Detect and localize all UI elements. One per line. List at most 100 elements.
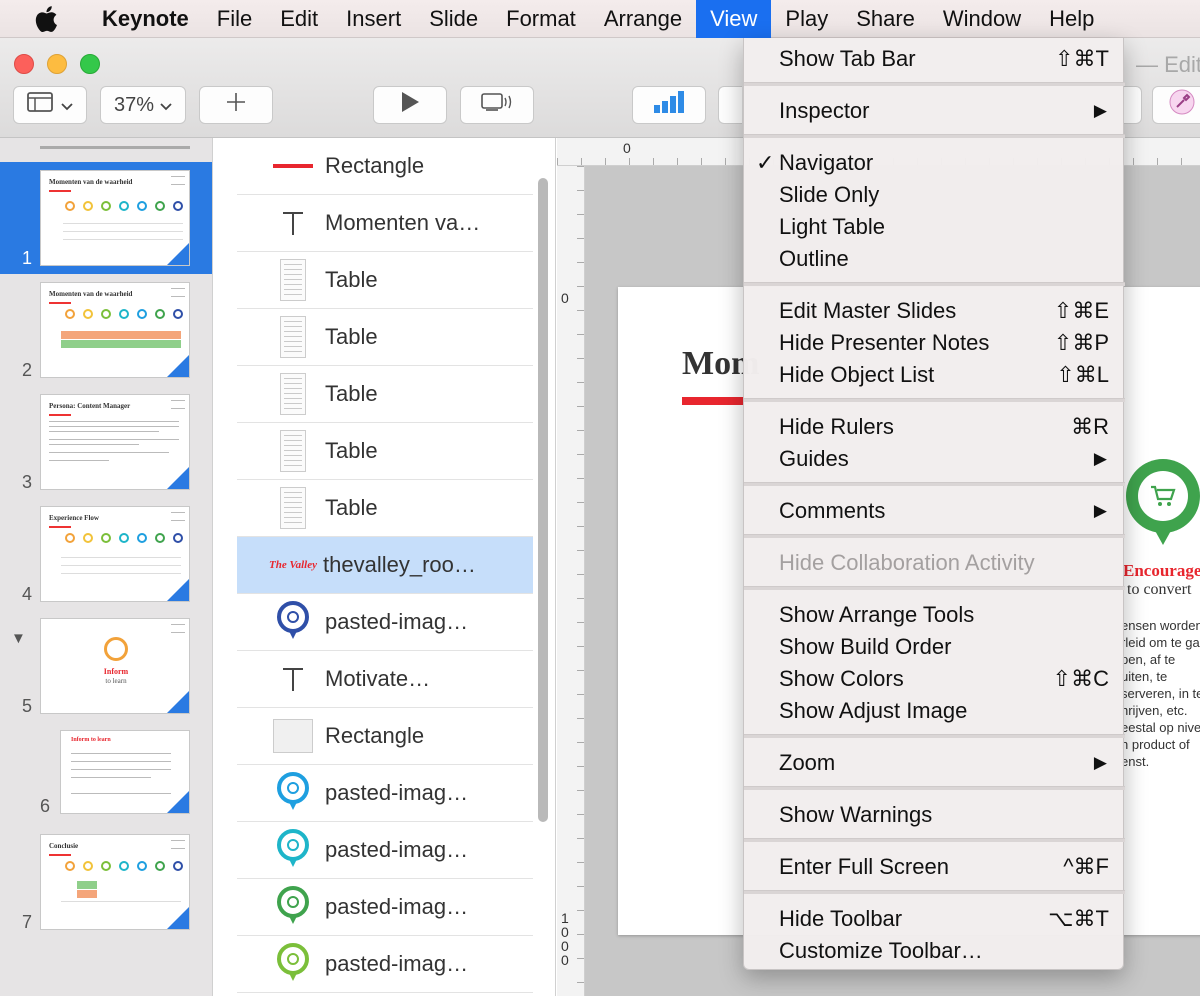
object-row-image[interactable]: pasted-imag…	[237, 822, 533, 879]
menu-help[interactable]: Help	[1035, 0, 1108, 38]
sidebar-layout-icon	[27, 92, 53, 118]
display-broadcast-icon	[480, 92, 514, 118]
menu-item-hide-presenter-notes[interactable]: Hide Presenter Notes ⇧⌘P	[744, 327, 1125, 359]
menu-item-enter-full-screen[interactable]: Enter Full Screen ^⌘F	[744, 851, 1125, 883]
object-row-text[interactable]: Momenten va…	[237, 195, 533, 252]
slide-thumbnail-6[interactable]: Inform to learn 6	[0, 722, 212, 834]
minimize-window-button[interactable]	[47, 54, 67, 74]
menu-shortcut: ⇧⌘P	[1053, 330, 1109, 355]
menu-item-label: Guides	[779, 446, 849, 471]
menu-item-comments[interactable]: Comments ▶	[744, 495, 1125, 527]
view-mode-button[interactable]	[13, 86, 87, 124]
slide-thumbnail-7[interactable]: Conclusie 7	[0, 834, 212, 946]
menu-shortcut: ⇧⌘E	[1053, 298, 1109, 323]
object-row-image[interactable]: pasted-imag…	[237, 936, 533, 993]
object-label: Table	[325, 381, 378, 406]
menu-arrange[interactable]: Arrange	[590, 0, 696, 38]
slide-number: 4	[22, 584, 33, 604]
menu-item-label: Enter Full Screen	[779, 854, 949, 879]
object-row-table[interactable]: Table	[237, 480, 533, 537]
menu-item-show-adjust-image[interactable]: Show Adjust Image	[744, 695, 1125, 727]
color-picker-button[interactable]	[1152, 86, 1200, 124]
apple-icon[interactable]	[34, 5, 66, 33]
slide-thumbnail-1[interactable]: Momenten van de waarheid 1	[0, 162, 212, 274]
menu-item-light-table[interactable]: Light Table	[744, 211, 1125, 243]
menu-format[interactable]: Format	[492, 0, 590, 38]
encourage-body-text[interactable]: ensen worden rleid om te ga pen, af te u…	[1121, 617, 1200, 770]
menu-item-inspector[interactable]: Inspector ▶	[744, 95, 1125, 127]
ruler-label: 1000	[561, 910, 569, 968]
menu-item-label: Inspector	[779, 98, 870, 123]
slide-thumbnail-3[interactable]: Persona: Content Manager 3	[0, 386, 212, 498]
menu-item-hide-collaboration-activity: Hide Collaboration Activity	[744, 547, 1125, 579]
menu-item-navigator[interactable]: ✓ Navigator	[744, 147, 1125, 179]
menu-file[interactable]: File	[203, 0, 266, 38]
menu-item-hide-toolbar[interactable]: Hide Toolbar ⌥⌘T	[744, 903, 1125, 935]
menu-item-guides[interactable]: Guides ▶	[744, 443, 1125, 475]
object-row-table[interactable]: Table	[237, 309, 533, 366]
play-button[interactable]	[373, 86, 447, 124]
menu-item-hide-rulers[interactable]: Hide Rulers ⌘R	[744, 411, 1125, 443]
object-row-rectangle[interactable]: Rectangle	[237, 708, 533, 765]
menu-slide[interactable]: Slide	[415, 0, 492, 38]
menu-view[interactable]: View	[696, 0, 772, 38]
zoom-window-button[interactable]	[80, 54, 100, 74]
object-label: Motivate…	[325, 666, 431, 691]
disclosure-triangle-icon[interactable]: ▼	[11, 630, 26, 647]
menu-item-zoom[interactable]: Zoom ▶	[744, 747, 1125, 779]
zoom-select[interactable]: 37%	[100, 86, 186, 124]
object-row-image[interactable]: pasted-imag…	[237, 879, 533, 936]
menu-separator	[744, 890, 1125, 894]
menu-item-show-warnings[interactable]: Show Warnings	[744, 799, 1125, 831]
encourage-heading[interactable]: Encourage	[1123, 561, 1200, 581]
cart-pin-icon[interactable]	[1126, 459, 1200, 553]
object-list-scrollbar[interactable]	[538, 178, 548, 822]
slide-thumbnail-2[interactable]: Momenten van de waarheid 2	[0, 274, 212, 386]
menu-item-show-colors[interactable]: Show Colors ⇧⌘C	[744, 663, 1125, 695]
encourage-subheading[interactable]: to convert	[1127, 581, 1191, 599]
object-row-text[interactable]: Motivate…	[237, 651, 533, 708]
chat-pin-icon	[273, 771, 313, 815]
object-row-image[interactable]: pasted-imag…	[237, 765, 533, 822]
menu-shortcut: ^⌘F	[1063, 854, 1109, 879]
menu-separator	[744, 282, 1125, 286]
object-row-rectangle[interactable]: Rectangle	[237, 138, 533, 195]
object-row-table[interactable]: Table	[237, 423, 533, 480]
title-underline[interactable]	[682, 397, 744, 405]
object-list[interactable]: Rectangle Momenten va… Table Table Table	[212, 138, 556, 996]
chart-button[interactable]	[632, 86, 706, 124]
menu-share[interactable]: Share	[842, 0, 929, 38]
document-edited-label: — Edited	[1136, 52, 1200, 77]
menu-item-show-arrange-tools[interactable]: Show Arrange Tools	[744, 599, 1125, 631]
object-row-table[interactable]: Table	[237, 366, 533, 423]
red-line-icon	[273, 144, 313, 188]
slide-navigator[interactable]: Momenten van de waarheid 1 Momenten van …	[0, 138, 212, 996]
slide-thumbnail-4[interactable]: Experience Flow 4	[0, 498, 212, 610]
rectangle-icon	[273, 714, 313, 758]
table-button[interactable]	[718, 86, 742, 124]
menu-insert[interactable]: Insert	[332, 0, 415, 38]
menu-item-outline[interactable]: Outline	[744, 243, 1125, 275]
menu-edit[interactable]: Edit	[266, 0, 332, 38]
menu-window[interactable]: Window	[929, 0, 1035, 38]
close-window-button[interactable]	[14, 54, 34, 74]
add-slide-button[interactable]	[199, 86, 273, 124]
menu-item-slide-only[interactable]: Slide Only	[744, 179, 1125, 211]
menu-app-keynote[interactable]: Keynote	[88, 0, 203, 38]
menu-item-customize-toolbar[interactable]: Customize Toolbar…	[744, 935, 1125, 967]
keynote-live-button[interactable]	[460, 86, 534, 124]
menu-item-label: Slide Only	[779, 182, 880, 207]
submenu-arrow-icon: ▶	[1093, 449, 1107, 468]
slide-preview: Experience Flow	[40, 506, 190, 602]
object-row-image[interactable]: pasted-imag…	[237, 594, 533, 651]
object-row-image-selected[interactable]: The Valley thevalley_roo…	[237, 537, 533, 594]
menu-separator	[744, 398, 1125, 402]
toolbar-button-partial[interactable]	[1124, 86, 1142, 124]
object-row-table[interactable]: Table	[237, 252, 533, 309]
menu-item-hide-object-list[interactable]: Hide Object List ⇧⌘L	[744, 359, 1125, 391]
menu-item-edit-master-slides[interactable]: Edit Master Slides ⇧⌘E	[744, 295, 1125, 327]
slide-thumbnail-5[interactable]: ▼ Inform to learn 5	[0, 610, 212, 722]
menu-play[interactable]: Play	[771, 0, 842, 38]
menu-item-show-tab-bar[interactable]: Show Tab Bar ⇧⌘T	[744, 43, 1125, 75]
menu-item-show-build-order[interactable]: Show Build Order	[744, 631, 1125, 663]
